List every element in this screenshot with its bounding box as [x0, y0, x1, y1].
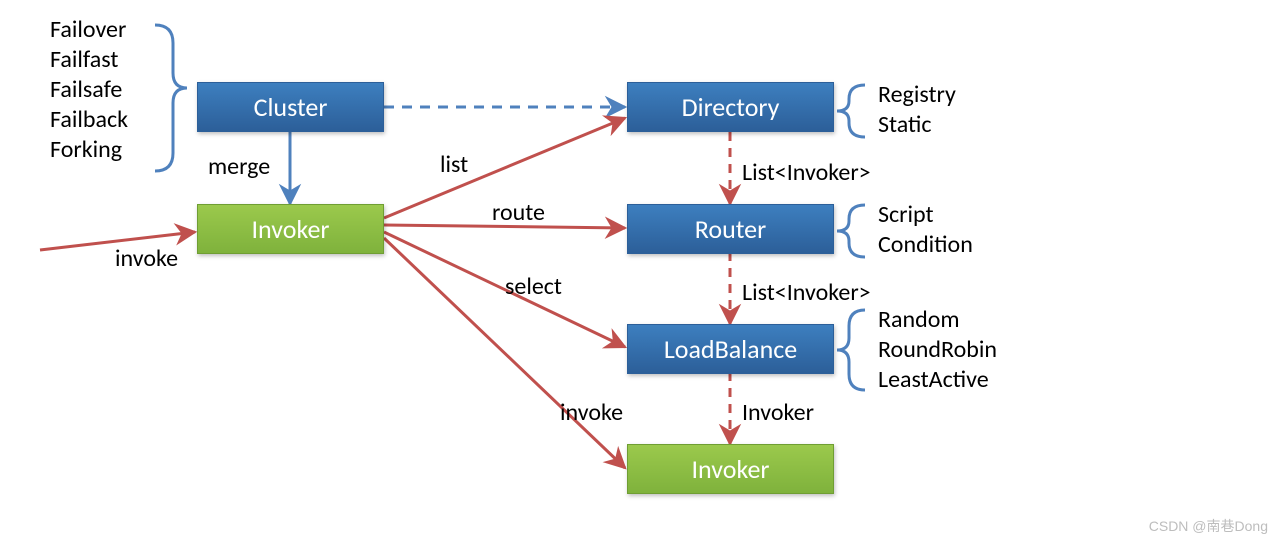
list-item: Failsafe [50, 75, 128, 105]
list-item: Failback [50, 105, 128, 135]
loadbalance-box: LoadBalance [627, 324, 834, 374]
diagram-stage: { "boxes": { "cluster": "Cluster", "invo… [0, 0, 1280, 542]
cluster-box: Cluster [197, 82, 384, 132]
invoker-box-1: Invoker [197, 204, 384, 254]
watermark: CSDN @南巷Dong [1149, 516, 1268, 536]
list-item: Static [878, 110, 956, 140]
list-item: LeastActive [878, 365, 997, 395]
invoke-bottom-label: invoke [560, 398, 623, 427]
list-invoker-1-label: List<Invoker> [742, 158, 871, 187]
cluster-list: Failover Failfast Failsafe Failback Fork… [50, 15, 128, 165]
list-label: list [440, 150, 468, 179]
list-item: Failfast [50, 45, 128, 75]
directory-list: Registry Static [878, 80, 956, 140]
directory-box: Directory [627, 82, 834, 132]
list-invoker-2-label: List<Invoker> [742, 278, 871, 307]
list-item: Script [878, 200, 973, 230]
invoker1-label: Invoker [252, 213, 330, 245]
invoker2-label: Invoker [692, 453, 770, 485]
merge-label: merge [208, 152, 270, 181]
list-item: Registry [878, 80, 956, 110]
router-box: Router [627, 204, 834, 254]
route-label: route [492, 198, 545, 227]
list-item: Random [878, 305, 997, 335]
list-item: Condition [878, 230, 973, 260]
invoke-left-label: invoke [115, 244, 178, 273]
invoker-box-2: Invoker [627, 444, 834, 494]
loadbalance-label: LoadBalance [664, 333, 797, 365]
directory-label: Directory [682, 91, 780, 123]
loadbalance-list: Random RoundRobin LeastActive [878, 305, 997, 395]
router-label: Router [695, 213, 766, 245]
list-item: RoundRobin [878, 335, 997, 365]
cluster-label: Cluster [254, 91, 328, 123]
list-item: Forking [50, 135, 128, 165]
list-item: Failover [50, 15, 128, 45]
select-label: select [505, 272, 562, 301]
router-list: Script Condition [878, 200, 973, 260]
invoker-right-label: Invoker [742, 398, 814, 427]
